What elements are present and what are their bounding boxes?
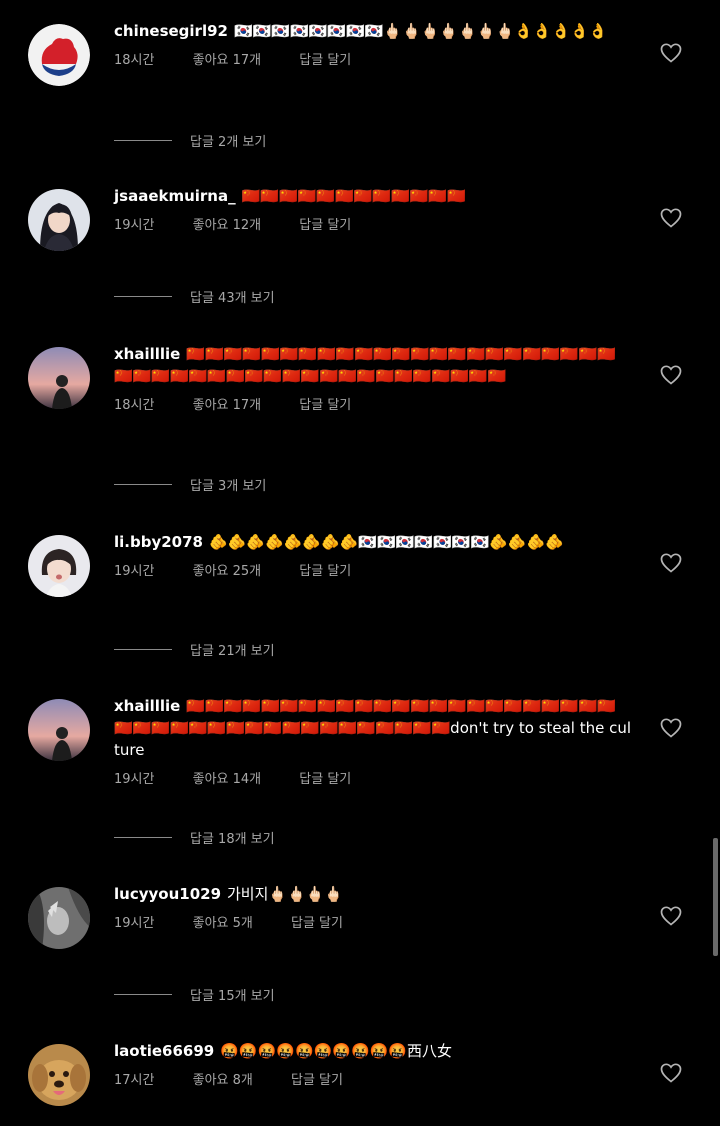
grayscale-hand-avatar-icon xyxy=(28,887,90,949)
comment-text: jsaaekmuirna_ 🇨🇳🇨🇳🇨🇳🇨🇳🇨🇳🇨🇳🇨🇳🇨🇳🇨🇳🇨🇳🇨🇳🇨🇳 xyxy=(114,185,634,207)
timestamp: 19시간 xyxy=(114,564,155,579)
reply-button[interactable]: 답글 달기 xyxy=(299,398,351,413)
avatar[interactable] xyxy=(28,887,90,949)
comment-meta: 19시간 좋아요 5개 답글 달기 xyxy=(114,913,634,935)
golden-retriever-avatar-icon xyxy=(28,1044,90,1106)
reply-button[interactable]: 답글 달기 xyxy=(299,53,351,68)
username[interactable]: chinesegirl92 xyxy=(114,22,228,40)
sunset-silhouette-avatar-icon xyxy=(28,699,90,761)
comment-body: 🇨🇳🇨🇳🇨🇳🇨🇳🇨🇳🇨🇳🇨🇳🇨🇳🇨🇳🇨🇳🇨🇳🇨🇳🇨🇳🇨🇳🇨🇳🇨🇳🇨🇳🇨🇳🇨🇳🇨🇳… xyxy=(114,345,616,385)
username[interactable]: lucyyou1029 xyxy=(114,885,221,903)
view-replies-button[interactable]: 답글 15개 보기 xyxy=(114,984,275,1004)
replies-divider xyxy=(114,483,172,485)
comment-meta: 18시간 좋아요 17개 답글 달기 xyxy=(114,395,634,417)
comment-text: lucyyou1029 가비지🖕🏻🖕🏻🖕🏻🖕🏻 xyxy=(114,883,634,905)
red-blue-blob-avatar-icon xyxy=(28,24,90,86)
view-replies-label: 답글 15개 보기 xyxy=(190,988,275,1004)
avatar[interactable] xyxy=(28,535,90,597)
timestamp: 18시간 xyxy=(114,398,155,413)
comment-meta: 17시간 좋아요 8개 답글 달기 xyxy=(114,1070,634,1092)
comment-body: 🇨🇳🇨🇳🇨🇳🇨🇳🇨🇳🇨🇳🇨🇳🇨🇳🇨🇳🇨🇳🇨🇳🇨🇳 xyxy=(241,187,466,205)
view-replies-label: 답글 21개 보기 xyxy=(190,643,275,659)
replies-divider xyxy=(114,836,172,838)
comment-meta: 19시간 좋아요 25개 답글 달기 xyxy=(114,561,634,583)
avatar[interactable] xyxy=(28,24,90,86)
view-replies-label: 답글 18개 보기 xyxy=(190,831,275,847)
reply-button[interactable]: 답글 달기 xyxy=(299,772,351,787)
replies-divider xyxy=(114,993,172,995)
timestamp: 17시간 xyxy=(114,1073,155,1088)
comment-text: xhailllie 🇨🇳🇨🇳🇨🇳🇨🇳🇨🇳🇨🇳🇨🇳🇨🇳🇨🇳🇨🇳🇨🇳🇨🇳🇨🇳🇨🇳🇨🇳🇨… xyxy=(114,695,634,761)
likes-count[interactable]: 좋아요 25개 xyxy=(193,564,262,579)
comment-meta: 19시간 좋아요 12개 답글 달기 xyxy=(114,215,634,237)
child-portrait-avatar-icon xyxy=(28,535,90,597)
comment-text: laotie66699 🤬🤬🤬🤬🤬🤬🤬🤬🤬🤬西八女 xyxy=(114,1040,634,1062)
comment-body: 🫵🫵🫵🫵🫵🫵🫵🫵🇰🇷🇰🇷🇰🇷🇰🇷🇰🇷🇰🇷🇰🇷🫵🫵🫵🫵 xyxy=(208,533,564,551)
comment-text: li.bby2078 🫵🫵🫵🫵🫵🫵🫵🫵🇰🇷🇰🇷🇰🇷🇰🇷🇰🇷🇰🇷🇰🇷🫵🫵🫵🫵 xyxy=(114,531,634,553)
username[interactable]: xhailllie xyxy=(114,345,180,363)
girl-portrait-avatar-icon xyxy=(28,189,90,251)
heart-outline-icon[interactable] xyxy=(659,716,683,740)
view-replies-button[interactable]: 답글 43개 보기 xyxy=(114,286,275,306)
view-replies-button[interactable]: 답글 21개 보기 xyxy=(114,639,275,659)
comment-body: 가비지🖕🏻🖕🏻🖕🏻🖕🏻 xyxy=(227,885,344,903)
comment-meta: 18시간 좋아요 17개 답글 달기 xyxy=(114,50,634,72)
heart-outline-icon[interactable] xyxy=(659,41,683,65)
comment-meta: 19시간 좋아요 14개 답글 달기 xyxy=(114,769,634,791)
likes-count[interactable]: 좋아요 8개 xyxy=(193,1073,253,1088)
heart-outline-icon[interactable] xyxy=(659,1061,683,1085)
timestamp: 19시간 xyxy=(114,772,155,787)
likes-count[interactable]: 좋아요 17개 xyxy=(193,53,262,68)
heart-outline-icon[interactable] xyxy=(659,904,683,928)
likes-count[interactable]: 좋아요 17개 xyxy=(193,398,262,413)
view-replies-label: 답글 43개 보기 xyxy=(190,290,275,306)
comment-body: 🤬🤬🤬🤬🤬🤬🤬🤬🤬🤬西八女 xyxy=(220,1042,453,1060)
avatar[interactable] xyxy=(28,699,90,761)
avatar[interactable] xyxy=(28,189,90,251)
comment-body: 🇰🇷🇰🇷🇰🇷🇰🇷🇰🇷🇰🇷🇰🇷🇰🇷🖕🏻🖕🏻🖕🏻🖕🏻🖕🏻🖕🏻🖕🏻👌👌👌👌👌 xyxy=(233,22,608,40)
view-replies-label: 답글 2개 보기 xyxy=(190,134,267,150)
heart-outline-icon[interactable] xyxy=(659,363,683,387)
reply-button[interactable]: 답글 달기 xyxy=(299,218,351,233)
avatar[interactable] xyxy=(28,1044,90,1106)
view-replies-label: 답글 3개 보기 xyxy=(190,478,267,494)
scrollbar[interactable] xyxy=(713,838,718,956)
view-replies-button[interactable]: 답글 18개 보기 xyxy=(114,827,275,847)
heart-outline-icon[interactable] xyxy=(659,206,683,230)
replies-divider xyxy=(114,295,172,297)
likes-count[interactable]: 좋아요 14개 xyxy=(193,772,262,787)
timestamp: 19시간 xyxy=(114,218,155,233)
timestamp: 18시간 xyxy=(114,53,155,68)
sunset-silhouette-avatar-icon xyxy=(28,347,90,409)
view-replies-button[interactable]: 답글 3개 보기 xyxy=(114,474,266,494)
reply-button[interactable]: 답글 달기 xyxy=(291,1073,343,1088)
timestamp: 19시간 xyxy=(114,916,155,931)
username[interactable]: jsaaekmuirna_ xyxy=(114,187,236,205)
username[interactable]: li.bby2078 xyxy=(114,533,203,551)
reply-button[interactable]: 답글 달기 xyxy=(299,564,351,579)
replies-divider xyxy=(114,139,172,141)
heart-outline-icon[interactable] xyxy=(659,551,683,575)
username[interactable]: laotie66699 xyxy=(114,1042,214,1060)
avatar[interactable] xyxy=(28,347,90,409)
comment-body: 🇨🇳🇨🇳🇨🇳🇨🇳🇨🇳🇨🇳🇨🇳🇨🇳🇨🇳🇨🇳🇨🇳🇨🇳🇨🇳🇨🇳🇨🇳🇨🇳🇨🇳🇨🇳🇨🇳🇨🇳… xyxy=(114,697,632,759)
reply-button[interactable]: 답글 달기 xyxy=(291,916,343,931)
view-replies-button[interactable]: 답글 2개 보기 xyxy=(114,130,266,150)
username[interactable]: xhailllie xyxy=(114,697,180,715)
replies-divider xyxy=(114,648,172,650)
likes-count[interactable]: 좋아요 5개 xyxy=(193,916,253,931)
comment-text: xhailllie 🇨🇳🇨🇳🇨🇳🇨🇳🇨🇳🇨🇳🇨🇳🇨🇳🇨🇳🇨🇳🇨🇳🇨🇳🇨🇳🇨🇳🇨🇳🇨… xyxy=(114,343,634,387)
likes-count[interactable]: 좋아요 12개 xyxy=(193,218,262,233)
comment-text: chinesegirl92 🇰🇷🇰🇷🇰🇷🇰🇷🇰🇷🇰🇷🇰🇷🇰🇷🖕🏻🖕🏻🖕🏻🖕🏻🖕🏻🖕… xyxy=(114,20,634,42)
